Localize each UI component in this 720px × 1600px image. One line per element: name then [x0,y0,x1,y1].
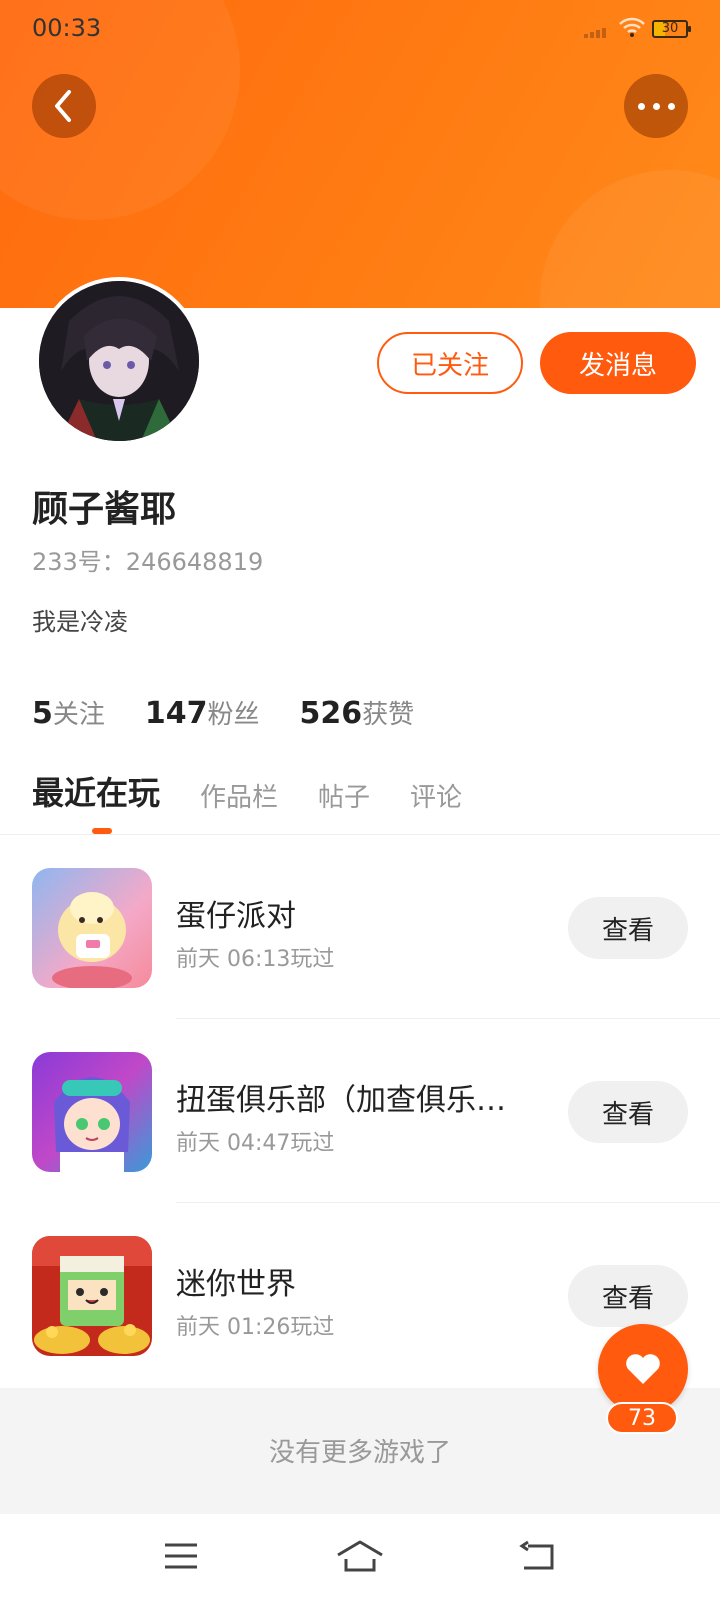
view-game-button[interactable]: 查看 [568,897,688,959]
game-name: 扭蛋俱乐部（加查俱乐… [176,1083,506,1118]
game-name: 迷你世界 [176,1267,296,1302]
like-button[interactable] [598,1324,688,1414]
stat-label: 粉丝 [207,700,260,730]
home-icon [337,1540,383,1572]
game-icon-mini-world [32,1236,152,1356]
back-button[interactable] [32,74,96,138]
view-game-button[interactable]: 查看 [568,1265,688,1327]
avatar[interactable] [35,277,203,445]
game-row[interactable]: 扭蛋俱乐部（加查俱乐… 前天 04:47玩过 查看 [0,1019,720,1203]
signal-icon [584,26,610,38]
nav-menu-button[interactable] [157,1534,205,1578]
game-played-time: 前天 04:47玩过 [176,1131,335,1156]
game-icon-gacha-club [32,1052,152,1172]
game-icon-eggy-party [32,868,152,988]
system-nav-bar [0,1514,720,1600]
stat-likes[interactable]: 526获赞 [300,694,415,731]
banner-decoration [540,170,720,308]
more-button[interactable] [624,74,688,138]
no-more-games-text: 没有更多游戏了 [268,1438,451,1468]
status-bar: 00:33 30 [0,0,720,56]
stat-label: 关注 [52,700,105,730]
view-game-button[interactable]: 查看 [568,1081,688,1143]
tab-works[interactable]: 作品栏 [200,777,278,814]
followed-button[interactable]: 已关注 [377,332,523,394]
game-played-time: 前天 06:13玩过 [176,947,335,972]
tab-posts[interactable]: 帖子 [318,777,370,814]
game-played-time: 前天 01:26玩过 [176,1315,335,1340]
chevron-left-icon [55,90,71,122]
bio: 我是冷凌 [32,608,128,636]
back-icon [519,1540,554,1570]
tab-comments[interactable]: 评论 [410,777,462,814]
stat-label: 获赞 [362,700,415,730]
avatar-image [39,281,199,441]
menu-icon [165,1543,197,1569]
heart-icon [626,1354,660,1384]
profile-tabs: 最近在玩 作品栏 帖子 评论 [32,768,502,814]
nav-home-button[interactable] [336,1534,384,1578]
stat-value: 5 [32,696,53,731]
username: 顾子酱耶 [32,489,177,530]
user-id: 233号：246648819 [32,548,264,576]
battery-indicator: 30 [652,20,691,38]
game-row[interactable]: 蛋仔派对 前天 06:13玩过 查看 [0,835,720,1019]
more-horizontal-icon [637,102,645,110]
wifi-icon [619,17,645,37]
stat-followers[interactable]: 147粉丝 [145,694,260,731]
status-time: 00:33 [32,14,102,42]
nav-back-button[interactable] [514,1534,562,1578]
stats-row: 5关注 147粉丝 526获赞 [32,694,454,731]
game-name: 蛋仔派对 [176,899,296,934]
stat-following[interactable]: 5关注 [32,694,105,731]
stat-value: 526 [299,696,363,731]
send-message-button[interactable]: 发消息 [540,332,696,394]
stat-value: 147 [144,696,208,731]
tab-recently-played[interactable]: 最近在玩 [32,768,160,814]
like-count-badge: 73 [606,1402,678,1434]
